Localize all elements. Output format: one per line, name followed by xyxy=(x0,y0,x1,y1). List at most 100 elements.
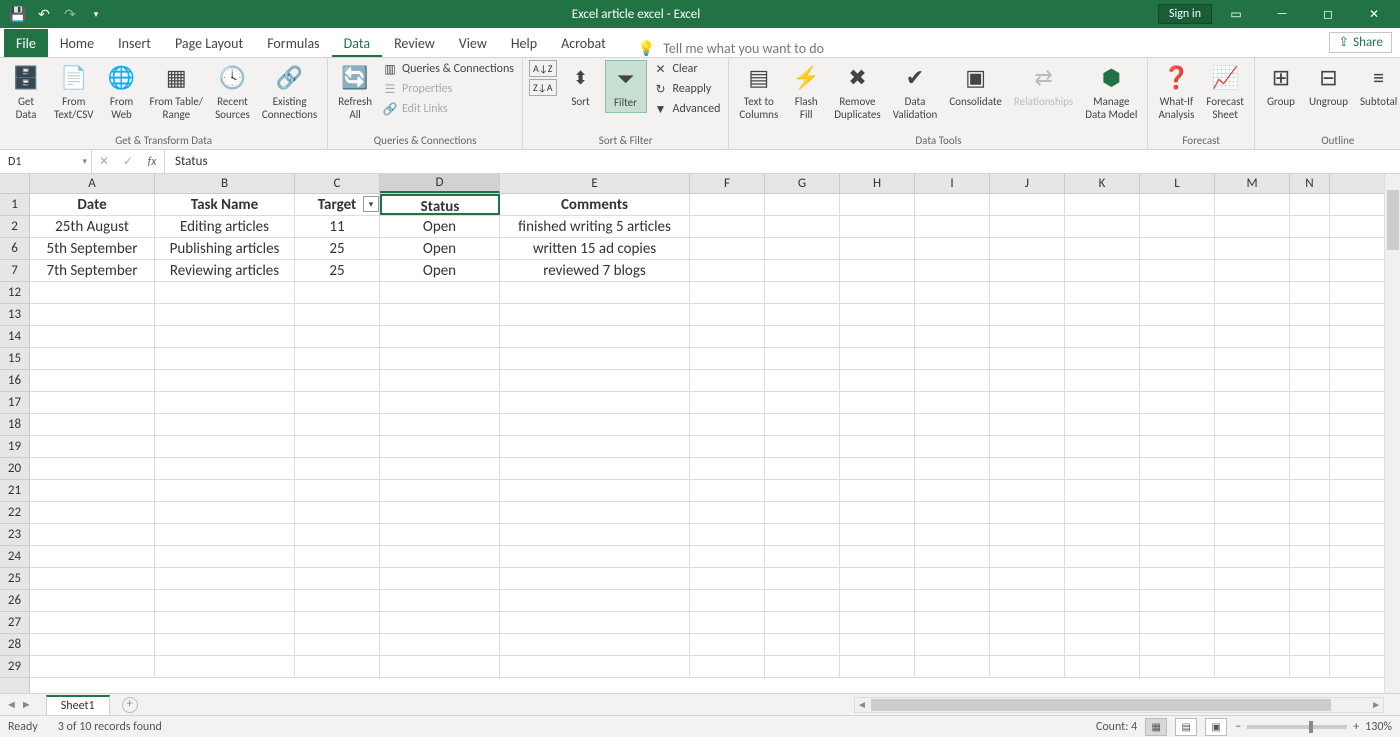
cell-N26[interactable] xyxy=(1290,590,1330,611)
cell-E27[interactable] xyxy=(500,612,690,633)
cell-K25[interactable] xyxy=(1065,568,1140,589)
cell-M19[interactable] xyxy=(1215,436,1290,457)
cell-E25[interactable] xyxy=(500,568,690,589)
cell-B2[interactable]: Editing articles xyxy=(155,216,295,237)
cell-C20[interactable] xyxy=(295,458,380,479)
cell-K21[interactable] xyxy=(1065,480,1140,501)
cell-F20[interactable] xyxy=(690,458,765,479)
cell-N20[interactable] xyxy=(1290,458,1330,479)
flash-fill-button[interactable]: ⚡Flash Fill xyxy=(786,60,826,123)
cell-J16[interactable] xyxy=(990,370,1065,391)
cell-L12[interactable] xyxy=(1140,282,1215,303)
cell-D18[interactable] xyxy=(380,414,500,435)
cell-B26[interactable] xyxy=(155,590,295,611)
cell-M26[interactable] xyxy=(1215,590,1290,611)
recent-sources-button[interactable]: 🕓Recent Sources xyxy=(211,60,254,123)
cell-N24[interactable] xyxy=(1290,546,1330,567)
cell-J26[interactable] xyxy=(990,590,1065,611)
reapply-button[interactable]: ↻Reapply xyxy=(651,80,723,98)
vertical-scrollbar[interactable] xyxy=(1384,174,1400,693)
cell-N28[interactable] xyxy=(1290,634,1330,655)
cell-J18[interactable] xyxy=(990,414,1065,435)
cell-G23[interactable] xyxy=(765,524,840,545)
cell-F29[interactable] xyxy=(690,656,765,677)
column-header-D[interactable]: D xyxy=(380,174,500,193)
cell-C13[interactable] xyxy=(295,304,380,325)
cell-I17[interactable] xyxy=(915,392,990,413)
tab-review[interactable]: Review xyxy=(382,29,447,57)
cell-J22[interactable] xyxy=(990,502,1065,523)
name-box[interactable]: D1 xyxy=(0,150,92,173)
cell-C15[interactable] xyxy=(295,348,380,369)
cell-E1[interactable]: Comments xyxy=(500,194,690,215)
cell-H29[interactable] xyxy=(840,656,915,677)
cell-E14[interactable] xyxy=(500,326,690,347)
cell-C17[interactable] xyxy=(295,392,380,413)
cell-C29[interactable] xyxy=(295,656,380,677)
cell-L13[interactable] xyxy=(1140,304,1215,325)
tab-acrobat[interactable]: Acrobat xyxy=(549,29,618,57)
cell-I1[interactable] xyxy=(915,194,990,215)
cell-E21[interactable] xyxy=(500,480,690,501)
cell-A15[interactable] xyxy=(30,348,155,369)
cell-B14[interactable] xyxy=(155,326,295,347)
cell-F23[interactable] xyxy=(690,524,765,545)
cell-N15[interactable] xyxy=(1290,348,1330,369)
cell-L15[interactable] xyxy=(1140,348,1215,369)
row-header-2[interactable]: 2 xyxy=(0,216,29,238)
column-header-K[interactable]: K xyxy=(1065,174,1140,193)
row-header-15[interactable]: 15 xyxy=(0,348,29,370)
cell-I14[interactable] xyxy=(915,326,990,347)
cell-F13[interactable] xyxy=(690,304,765,325)
cell-F12[interactable] xyxy=(690,282,765,303)
column-header-M[interactable]: M xyxy=(1215,174,1290,193)
formula-input[interactable]: Status xyxy=(165,150,1400,173)
cell-K18[interactable] xyxy=(1065,414,1140,435)
cell-I18[interactable] xyxy=(915,414,990,435)
cell-C18[interactable] xyxy=(295,414,380,435)
cell-M25[interactable] xyxy=(1215,568,1290,589)
cell-A28[interactable] xyxy=(30,634,155,655)
row-header-24[interactable]: 24 xyxy=(0,546,29,568)
cell-F21[interactable] xyxy=(690,480,765,501)
cell-K7[interactable] xyxy=(1065,260,1140,281)
row-header-23[interactable]: 23 xyxy=(0,524,29,546)
row-header-17[interactable]: 17 xyxy=(0,392,29,414)
cell-L16[interactable] xyxy=(1140,370,1215,391)
cell-E28[interactable] xyxy=(500,634,690,655)
cell-A17[interactable] xyxy=(30,392,155,413)
cell-B18[interactable] xyxy=(155,414,295,435)
row-header-7[interactable]: 7 xyxy=(0,260,29,282)
advanced-button[interactable]: ▼Advanced xyxy=(651,100,723,118)
cell-D16[interactable] xyxy=(380,370,500,391)
cell-F16[interactable] xyxy=(690,370,765,391)
cell-B23[interactable] xyxy=(155,524,295,545)
cell-B7[interactable]: Reviewing articles xyxy=(155,260,295,281)
cell-I21[interactable] xyxy=(915,480,990,501)
cell-H1[interactable] xyxy=(840,194,915,215)
cell-C27[interactable] xyxy=(295,612,380,633)
cell-N16[interactable] xyxy=(1290,370,1330,391)
cell-I23[interactable] xyxy=(915,524,990,545)
cell-G24[interactable] xyxy=(765,546,840,567)
cell-B13[interactable] xyxy=(155,304,295,325)
row-header-12[interactable]: 12 xyxy=(0,282,29,304)
cell-G1[interactable] xyxy=(765,194,840,215)
cell-J6[interactable] xyxy=(990,238,1065,259)
cell-B25[interactable] xyxy=(155,568,295,589)
cell-N12[interactable] xyxy=(1290,282,1330,303)
cell-I29[interactable] xyxy=(915,656,990,677)
cell-J20[interactable] xyxy=(990,458,1065,479)
sort-button[interactable]: ⬍Sort xyxy=(561,60,601,111)
page-break-view-icon[interactable]: ▣ xyxy=(1205,718,1227,736)
forecast-sheet-button[interactable]: 📈Forecast Sheet xyxy=(1202,60,1248,123)
cell-M15[interactable] xyxy=(1215,348,1290,369)
cell-K1[interactable] xyxy=(1065,194,1140,215)
save-icon[interactable]: 💾 xyxy=(6,2,30,26)
cell-C22[interactable] xyxy=(295,502,380,523)
cell-I6[interactable] xyxy=(915,238,990,259)
remove-duplicates-button[interactable]: ✖Remove Duplicates xyxy=(830,60,884,123)
cell-E19[interactable] xyxy=(500,436,690,457)
cell-B15[interactable] xyxy=(155,348,295,369)
cell-G29[interactable] xyxy=(765,656,840,677)
